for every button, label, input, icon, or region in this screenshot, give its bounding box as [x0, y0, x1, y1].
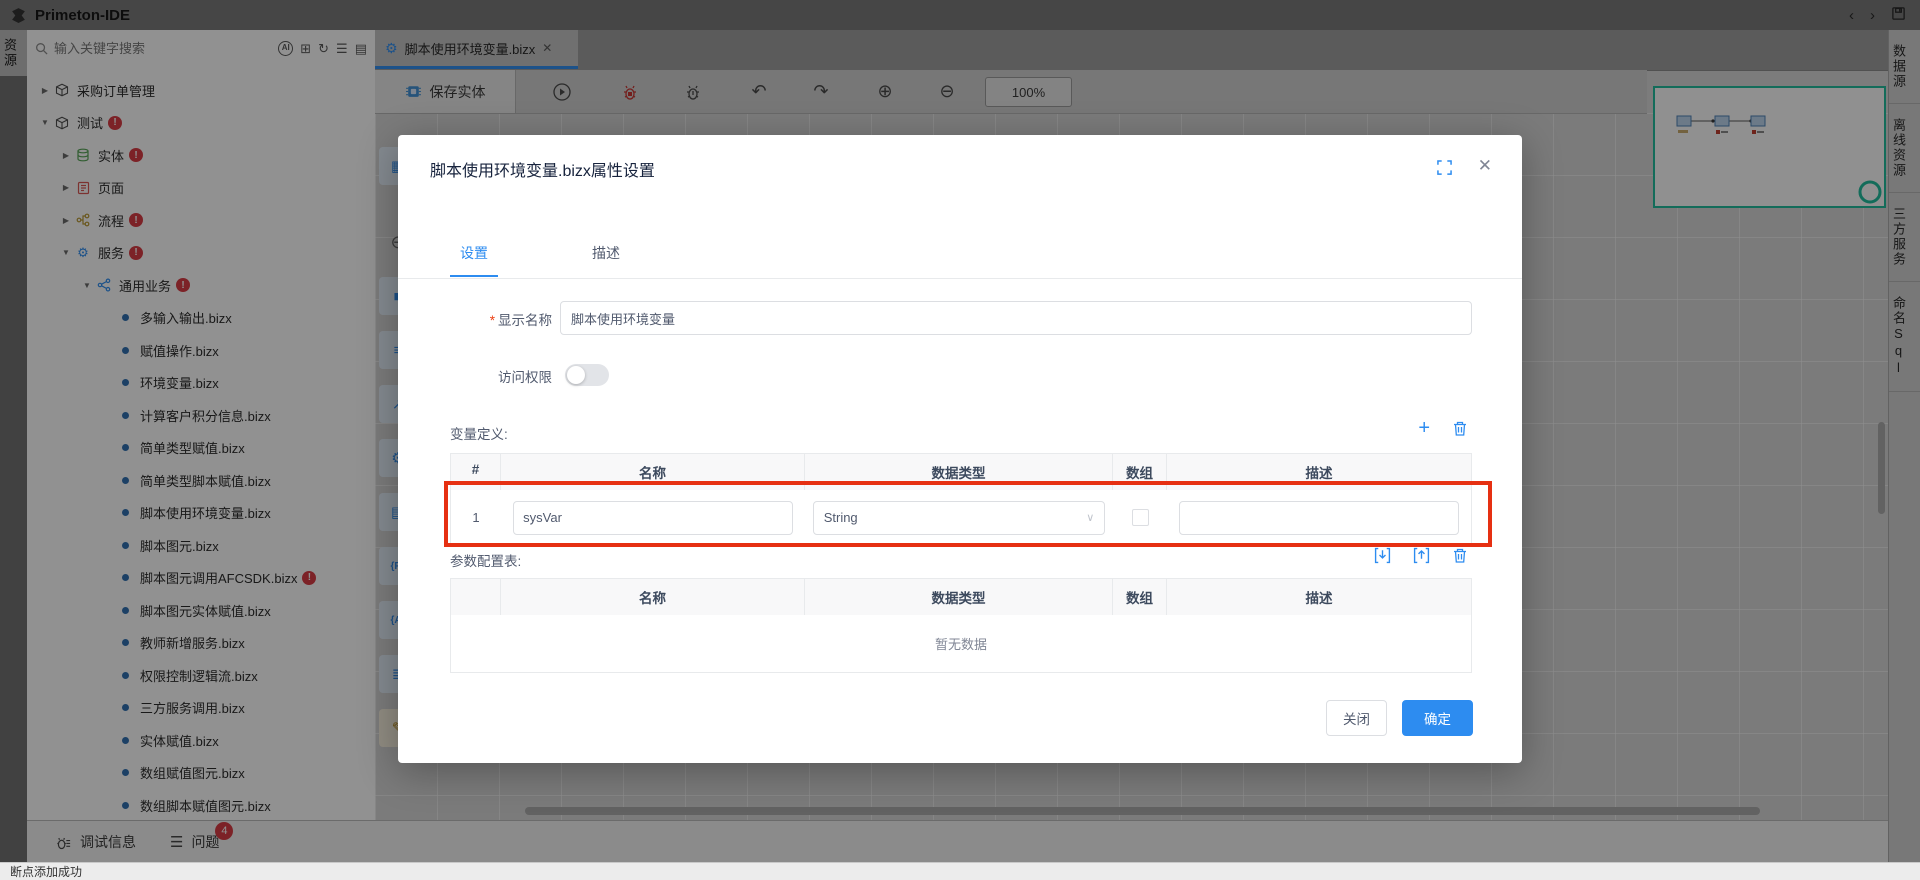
empty-data-text: 暂无数据: [451, 615, 1471, 672]
display-name-input[interactable]: [560, 301, 1472, 335]
toggle-knob: [567, 366, 585, 384]
column-header: 数组: [1113, 454, 1167, 490]
tabs-divider: [398, 278, 1522, 279]
column-header: 数组: [1113, 579, 1167, 615]
column-header: [451, 579, 501, 615]
selected-type: String: [824, 510, 858, 525]
parameters-section-label: 参数配置表:: [450, 550, 521, 570]
column-header: 描述: [1167, 579, 1471, 615]
column-header: 名称: [501, 579, 805, 615]
row-index: 1: [451, 490, 501, 545]
parameters-table-header: 名称数据类型数组描述: [451, 579, 1471, 615]
status-bar: 断点添加成功: [0, 862, 1920, 880]
application-window: Primeton-IDE ‹ › 资源 AI⊞↻☰▤ ▶采购订单管理▼测试!▶实…: [0, 0, 1920, 880]
variables-table: #名称数据类型数组描述 1 String ∨: [450, 453, 1472, 546]
variables-section-label: 变量定义:: [450, 423, 508, 443]
variable-type-select[interactable]: String ∨: [813, 501, 1106, 535]
variable-description-input[interactable]: [1179, 501, 1459, 535]
access-toggle[interactable]: [565, 364, 609, 386]
tab-settings[interactable]: 设置: [450, 243, 498, 277]
column-header: 数据类型: [805, 454, 1113, 490]
close-button[interactable]: 关闭: [1326, 700, 1387, 736]
confirm-button[interactable]: 确定: [1402, 700, 1473, 736]
import-icon[interactable]: [1374, 547, 1391, 564]
required-asterisk: *: [490, 313, 495, 328]
export-icon[interactable]: [1413, 547, 1430, 564]
delete-variable-icon[interactable]: [1452, 420, 1468, 437]
column-header: #: [451, 454, 501, 490]
display-name-label: *显示名称: [398, 309, 552, 329]
chevron-down-icon: ∨: [1086, 511, 1094, 524]
status-message: 断点添加成功: [10, 863, 82, 880]
variables-table-header: #名称数据类型数组描述: [451, 454, 1471, 490]
delete-parameter-icon[interactable]: [1452, 547, 1468, 564]
variable-row: 1 String ∨: [451, 490, 1471, 545]
close-icon[interactable]: ✕: [1478, 156, 1492, 176]
tab-description[interactable]: 描述: [582, 243, 630, 277]
dialog-title: 脚本使用环境变量.bizx属性设置: [430, 157, 655, 181]
fullscreen-icon[interactable]: [1437, 160, 1452, 175]
column-header: 数据类型: [805, 579, 1113, 615]
dialog-tabs: 设置 描述: [450, 243, 630, 277]
array-checkbox[interactable]: [1132, 509, 1149, 526]
add-variable-icon[interactable]: +: [1418, 418, 1430, 438]
column-header: 描述: [1167, 454, 1471, 490]
column-header: 名称: [501, 454, 805, 490]
variable-name-input[interactable]: [513, 501, 793, 535]
parameters-table: 名称数据类型数组描述 暂无数据: [450, 578, 1472, 673]
properties-dialog: 脚本使用环境变量.bizx属性设置 ✕ 设置 描述 *显示名称 访问权限 变量定…: [398, 135, 1522, 763]
access-label: 访问权限: [398, 366, 552, 386]
